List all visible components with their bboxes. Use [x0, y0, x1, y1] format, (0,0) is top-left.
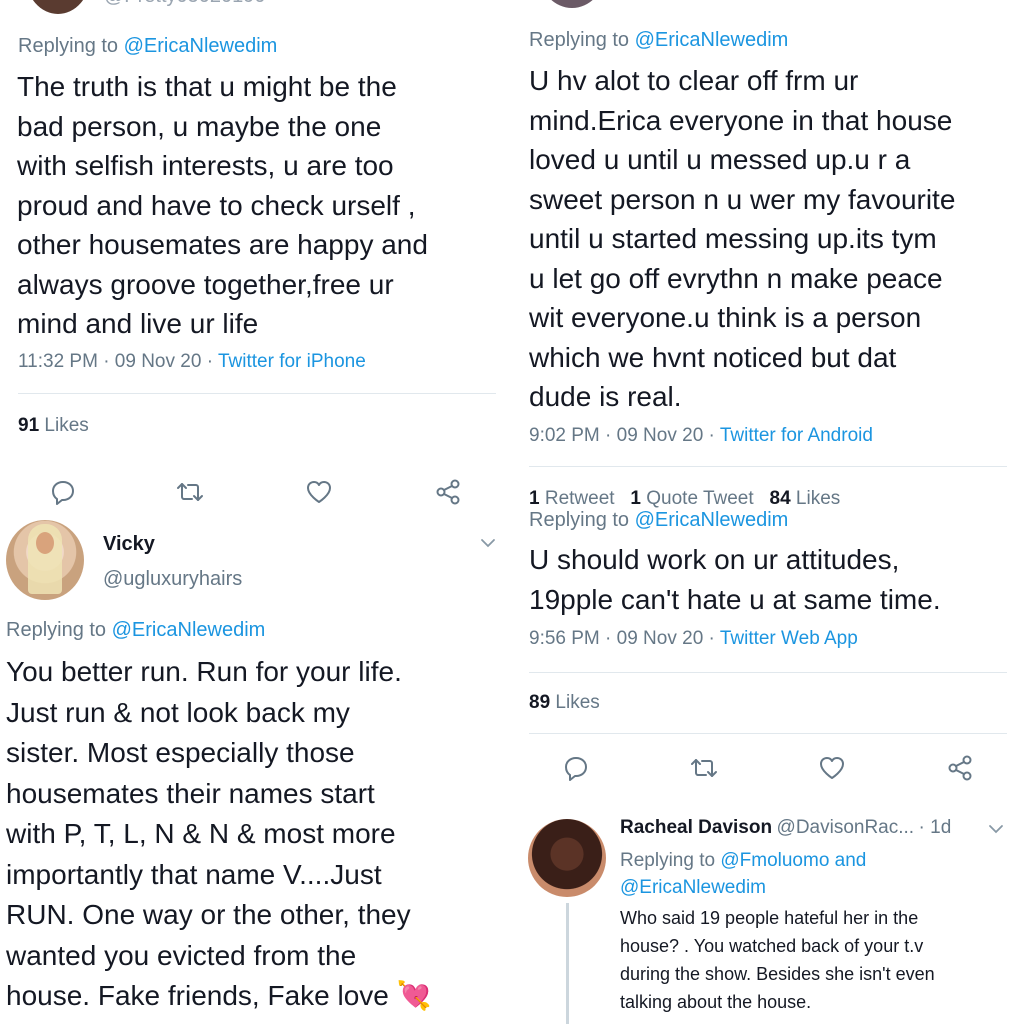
replying-to-label: Replying to: [529, 29, 630, 51]
mention-link[interactable]: @EricaNlewedim: [620, 877, 766, 898]
tweet-line: other housemates are happy and: [17, 229, 428, 260]
tweet-line: sweet person n u wer my favourite: [529, 183, 956, 215]
replying-to-label: Replying to: [18, 35, 119, 57]
tweet-line: during the show. Besides she isn't even: [620, 964, 935, 984]
tweet-line: The truth is that u might be the: [17, 71, 397, 102]
user-header: Racheal Davison @DavisonRac... · 1d: [620, 817, 951, 839]
avatar[interactable]: [528, 819, 606, 897]
left-bottom-tweet: Vicky @ugluxuryhairs Replying to @EricaN…: [0, 515, 510, 1024]
tweet-source[interactable]: Twitter for iPhone: [218, 351, 366, 372]
user-name[interactable]: Vicky: [103, 533, 155, 556]
tweet-line: sister. Most especially those: [6, 737, 355, 768]
tweet-source[interactable]: Twitter for Android: [720, 425, 873, 446]
right-top-tweet: Replying to @EricaNlewedim U hv alot to …: [512, 0, 1024, 520]
tweet-line: importantly that name V....Just: [6, 858, 382, 890]
tweet-line: wit everyone.u think is a person: [529, 302, 922, 333]
tweet-line: with selfish interests, u are too: [17, 150, 394, 181]
tweet-source[interactable]: Twitter Web App: [720, 628, 858, 649]
chevron-down-icon[interactable]: [478, 533, 498, 553]
tweet-line: proud and have to check urself ,: [17, 189, 416, 221]
tweet-line: dude is real.: [529, 381, 682, 412]
reply-icon[interactable]: [48, 477, 78, 507]
tweet-text: U hv alot to clear off frm ur mind.Erica…: [529, 61, 1024, 417]
tweet-line: always groove together,free ur: [17, 268, 394, 300]
avatar[interactable]: [540, 0, 604, 8]
avatar[interactable]: [26, 0, 90, 14]
user-handle[interactable]: @ugluxuryhairs: [103, 568, 242, 591]
mention-link[interactable]: @Fmoluomo and: [720, 850, 866, 871]
tweet-age: · 1d: [918, 817, 952, 838]
tweet-line: You better run. Run for your life.: [6, 656, 402, 687]
tweet-line: Just run & not look back my: [6, 696, 350, 728]
like-icon[interactable]: [817, 753, 847, 783]
retweet-icon[interactable]: [689, 753, 719, 783]
tweet-meta: 11:32 PM · 09 Nov 20 · Twitter for iPhon…: [18, 351, 366, 373]
tweet-text: U should work on ur attitudes, 19pple ca…: [529, 540, 1024, 619]
user-handle[interactable]: @DavisonRac...: [777, 817, 915, 838]
divider: [18, 393, 496, 394]
tweet-line: until u started messing up.its tym: [529, 223, 937, 254]
likes-label: Likes: [44, 415, 89, 436]
replying-to: Replying to @EricaNlewedim: [529, 29, 788, 52]
retweet-icon[interactable]: [175, 477, 205, 507]
tweet-line: U hv alot to clear off frm ur: [529, 65, 859, 96]
likes-label: Likes: [555, 692, 600, 713]
replying-to: Replying to @EricaNlewedim: [529, 509, 788, 532]
replying-to-label: Replying to: [529, 509, 630, 531]
tweet-line: mind and live ur life: [17, 308, 259, 339]
mention-link[interactable]: @EricaNlewedim: [124, 35, 278, 57]
user-handle[interactable]: @Pretty05020190: [104, 0, 266, 8]
tweet-time: 11:32 PM · 09 Nov 20 ·: [18, 351, 214, 372]
tweet-text: Who said 19 people hateful her in the ho…: [620, 904, 1020, 1016]
tweet-text: You better run. Run for your life. Just …: [6, 652, 506, 1017]
tweet-line: talking about the house.: [620, 992, 812, 1012]
tweet-line: u let go off evrythn n make peace: [529, 262, 943, 294]
likes-stat[interactable]: 91 Likes: [18, 415, 89, 437]
avatar-face: [36, 532, 54, 554]
likes-count: 91: [18, 415, 40, 436]
tweet-line: loved u until u messed up.u r a: [529, 144, 911, 175]
avatar[interactable]: [6, 520, 84, 600]
reply-icon[interactable]: [561, 753, 591, 783]
divider: [529, 672, 1007, 673]
left-top-tweet: @Pretty05020190 Replying to @EricaNlewed…: [0, 0, 500, 520]
tweet-line: 19pple can't hate u at same time.: [529, 583, 941, 615]
chevron-down-icon[interactable]: [986, 819, 1006, 839]
tweet-line: with P, T, L, N & N & most more: [6, 818, 396, 849]
tweet-text: The truth is that u might be the bad per…: [17, 67, 497, 344]
tweet-line: mind.Erica everyone in that house: [529, 104, 953, 136]
tweet-line: RUN. One way or the other, they: [6, 899, 411, 930]
mention-link[interactable]: @EricaNlewedim: [635, 29, 789, 51]
tweet-line: housemates their names start: [6, 777, 375, 809]
tweet-meta: 9:02 PM · 09 Nov 20 · Twitter for Androi…: [529, 425, 873, 447]
tweet-line: house. Fake friends, Fake love 💘: [6, 980, 432, 1011]
tweet-line: U should work on ur attitudes,: [529, 544, 900, 575]
replying-to: Replying to @EricaNlewedim: [6, 619, 265, 642]
share-icon[interactable]: [945, 753, 975, 783]
share-icon[interactable]: [433, 477, 463, 507]
replying-to-label: Replying to: [620, 850, 716, 871]
tweet-line: wanted you evicted from the: [6, 939, 357, 971]
tweet-line: house? . You watched back of your t.v: [620, 936, 924, 956]
likes-stat[interactable]: 89 Likes: [529, 692, 600, 714]
right-bottom-tweet: Racheal Davison @DavisonRac... · 1d Repl…: [512, 805, 1024, 1024]
replying-to: Replying to @EricaNlewedim: [18, 35, 277, 58]
tweet-meta: 9:56 PM · 09 Nov 20 · Twitter Web App: [529, 628, 858, 650]
right-middle-tweet: Replying to @EricaNlewedim U should work…: [512, 505, 1024, 795]
likes-count: 89: [529, 692, 551, 713]
mention-link[interactable]: @EricaNlewedim: [635, 509, 789, 531]
tweet-time: 9:02 PM · 09 Nov 20 ·: [529, 425, 715, 446]
tweet-line: bad person, u maybe the one: [17, 110, 382, 142]
like-icon[interactable]: [304, 477, 334, 507]
thread-line: [566, 903, 569, 1024]
user-name[interactable]: Racheal Davison: [620, 817, 772, 838]
tweet-time: 9:56 PM · 09 Nov 20 ·: [529, 628, 715, 649]
divider: [529, 466, 1007, 467]
tweet-line: Who said 19 people hateful her in the: [620, 908, 919, 928]
divider: [529, 733, 1007, 734]
replying-to-label: Replying to: [6, 619, 107, 641]
tweet-line: which we hvnt noticed but dat: [529, 341, 897, 373]
mention-link[interactable]: @EricaNlewedim: [112, 619, 266, 641]
replying-to: Replying to @Fmoluomo and @EricaNlewedim: [620, 847, 866, 901]
